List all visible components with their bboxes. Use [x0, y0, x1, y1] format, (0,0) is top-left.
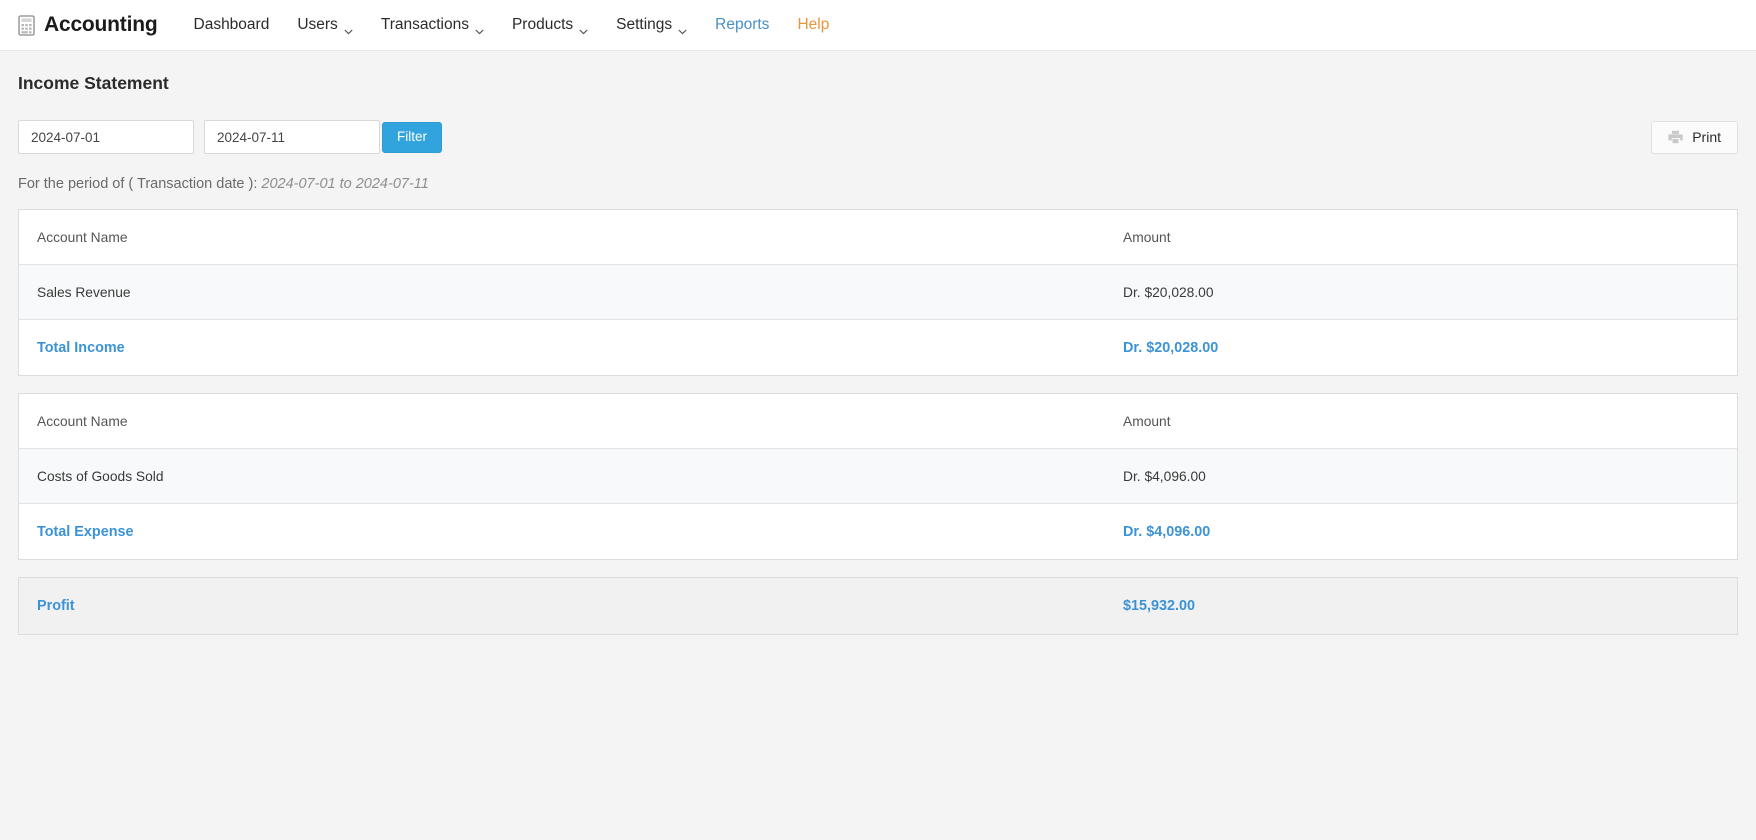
column-header-account-name: Account Name	[37, 229, 128, 245]
total-expense-amount: Dr. $4,096.00	[1123, 523, 1211, 540]
navbar-menu: Dashboard Users Transactions Products Se…	[180, 10, 844, 40]
print-label: Print	[1692, 129, 1721, 145]
nav-item-transactions[interactable]: Transactions	[367, 10, 498, 40]
income-table: Account Name Amount Sales Revenue Dr. $2…	[18, 209, 1738, 376]
nav-item-label: Help	[797, 16, 830, 33]
brand-label: Accounting	[44, 13, 158, 36]
start-date-input[interactable]	[18, 120, 194, 154]
total-income-amount: Dr. $20,028.00	[1123, 339, 1219, 356]
filter-button[interactable]: Filter	[382, 121, 442, 153]
end-date-input[interactable]	[204, 120, 380, 154]
table-header-row: Account Name Amount	[19, 394, 1737, 449]
chevron-down-icon	[579, 22, 588, 35]
chevron-down-icon	[475, 22, 484, 35]
column-header-account-name: Account Name	[37, 413, 128, 429]
period-range: 2024-07-01 to 2024-07-11	[261, 176, 429, 192]
table-header-row: Account Name Amount	[19, 210, 1737, 265]
nav-item-label: Reports	[715, 16, 770, 33]
nav-item-settings[interactable]: Settings	[602, 10, 701, 40]
period-prefix: For the period of ( Transaction date ):	[18, 176, 258, 192]
page-container: Income Statement Filter Print For the pe…	[0, 73, 1756, 635]
total-income-row: Total Income Dr. $20,028.00	[19, 320, 1737, 375]
printer-icon	[1668, 130, 1683, 144]
nav-item-label: Products	[511, 16, 574, 33]
column-header-amount: Amount	[1123, 413, 1171, 429]
print-button[interactable]: Print	[1651, 120, 1738, 154]
brand-logo[interactable]: Accounting	[18, 13, 158, 37]
nav-item-products[interactable]: Products	[498, 10, 602, 40]
nav-item-dashboard[interactable]: Dashboard	[180, 10, 284, 40]
total-expense-label: Total Expense	[37, 523, 134, 540]
page-title: Income Statement	[18, 73, 169, 93]
profit-row: Profit $15,932.00	[19, 578, 1737, 634]
nav-item-label: Transactions	[380, 16, 469, 33]
chevron-down-icon	[344, 22, 353, 35]
nav-item-label: Settings	[616, 16, 673, 33]
calculator-icon	[18, 14, 35, 36]
nav-item-help[interactable]: Help	[783, 10, 843, 40]
top-navbar: Accounting Dashboard Users Transactions …	[0, 0, 1756, 51]
chevron-down-icon	[678, 22, 687, 35]
nav-item-users[interactable]: Users	[283, 10, 366, 40]
nav-item-reports[interactable]: Reports	[701, 10, 783, 40]
total-expense-row: Total Expense Dr. $4,096.00	[19, 504, 1737, 559]
expense-table: Account Name Amount Costs of Goods Sold …	[18, 393, 1738, 560]
profit-table: Profit $15,932.00	[18, 577, 1738, 635]
account-name-cell: Sales Revenue	[37, 284, 131, 300]
table-row: Sales Revenue Dr. $20,028.00	[19, 265, 1737, 320]
amount-cell: Dr. $20,028.00	[1123, 284, 1214, 300]
filter-toolbar: Filter Print	[18, 120, 1738, 154]
column-header-amount: Amount	[1123, 229, 1171, 245]
account-name-cell: Costs of Goods Sold	[37, 468, 164, 484]
table-row: Costs of Goods Sold Dr. $4,096.00	[19, 449, 1737, 504]
profit-label: Profit	[37, 598, 75, 614]
nav-item-label: Users	[297, 16, 338, 33]
amount-cell: Dr. $4,096.00	[1123, 468, 1206, 484]
period-line: For the period of ( Transaction date ): …	[18, 176, 1738, 192]
total-income-label: Total Income	[37, 339, 125, 356]
nav-item-label: Dashboard	[193, 16, 270, 33]
profit-amount: $15,932.00	[1123, 598, 1196, 614]
